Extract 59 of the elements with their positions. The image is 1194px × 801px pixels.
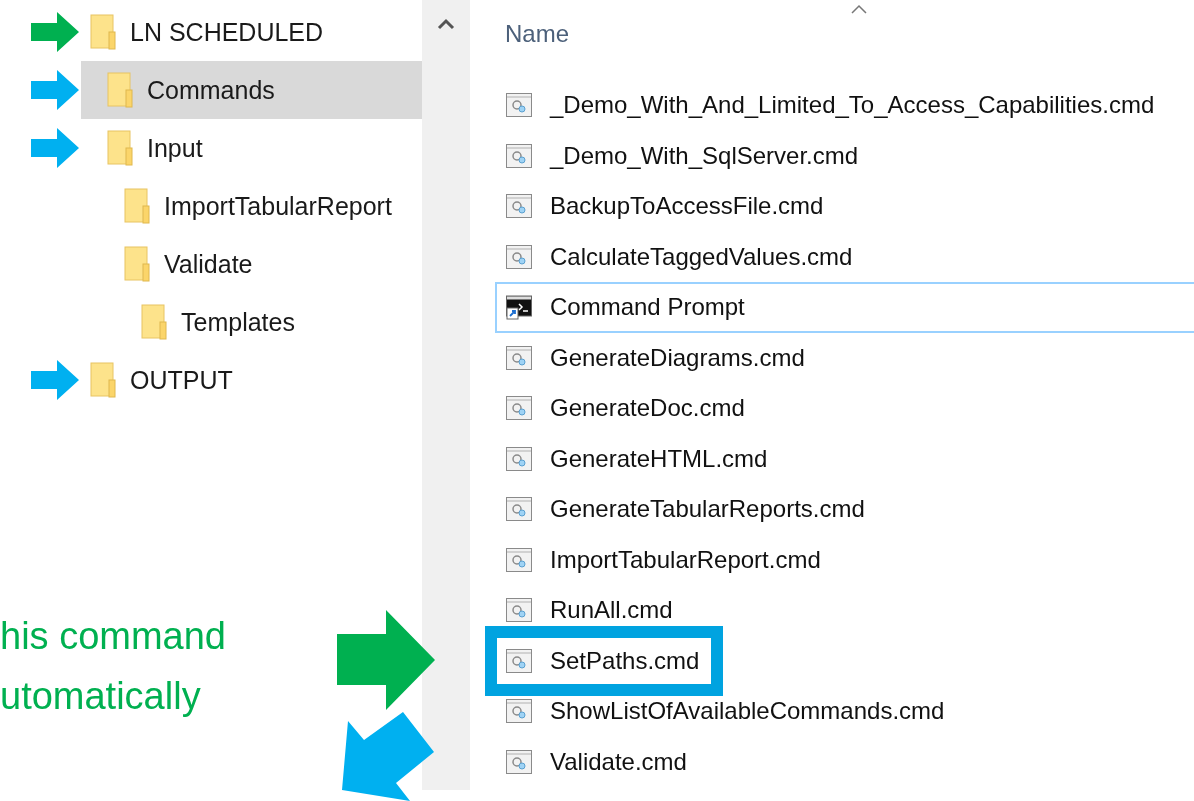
file-name: GenerateDoc.cmd (550, 394, 745, 423)
file-name: GenerateDiagrams.cmd (550, 343, 805, 372)
file-list-item[interactable]: Command Prompt (495, 282, 1194, 333)
folder-icon (90, 14, 116, 50)
file-list-item[interactable]: GenerateHTML.cmd (495, 433, 1194, 484)
file-list-item[interactable]: Validate.cmd (495, 736, 1194, 787)
batch-file-icon (506, 244, 532, 269)
batch-file-icon (506, 143, 532, 168)
terminal-shortcut-icon (506, 294, 532, 321)
scroll-up-icon[interactable] (437, 18, 455, 30)
folder-tree-item[interactable]: ImportTabularReport (81, 177, 422, 235)
file-name: Command Prompt (550, 293, 745, 322)
batch-file-icon (506, 446, 532, 471)
file-name: GenerateHTML.cmd (550, 444, 768, 473)
folder-icon (107, 130, 133, 166)
batch-file-icon (506, 598, 532, 623)
annotation-text: utomatically (0, 674, 202, 719)
batch-file-icon (506, 749, 532, 774)
batch-file-icon (506, 396, 532, 421)
file-name: SetPaths.cmd (550, 646, 700, 675)
batch-file-icon (506, 194, 532, 219)
file-name: RunAll.cmd (550, 596, 673, 625)
folder-tree-item[interactable]: Templates (81, 293, 422, 351)
file-name: CalculateTaggedValues.cmd (550, 242, 853, 271)
batch-file-icon (506, 497, 532, 522)
file-name: ShowListOfAvailableCommands.cmd (550, 697, 945, 726)
file-name: _Demo_With_And_Limited_To_Access_Capabilities.cmd (550, 91, 1155, 120)
file-name: _Demo_With_SqlServer.cmd (550, 141, 859, 170)
batch-file-icon (506, 93, 532, 118)
file-list-item[interactable]: GenerateTabularReports.cmd (495, 484, 1194, 535)
folder-icon (90, 362, 116, 398)
annotation-text: his command (0, 614, 226, 659)
folder-tree-item[interactable]: OUTPUT (81, 351, 422, 409)
file-list-item[interactable]: BackupToAccessFile.cmd (495, 181, 1194, 232)
folder-tree-item[interactable]: LN SCHEDULED (81, 3, 422, 61)
file-name: Validate.cmd (550, 747, 687, 776)
batch-file-icon (506, 345, 532, 370)
folder-tree-item[interactable]: Validate (81, 235, 422, 293)
folder-tree-item[interactable]: Commands (81, 61, 422, 119)
file-list-item[interactable]: _Demo_With_And_Limited_To_Access_Capabilities.cmd (495, 80, 1194, 131)
scrollbar[interactable] (422, 0, 470, 790)
batch-file-icon (506, 547, 532, 572)
batch-file-icon (506, 648, 532, 673)
column-header[interactable]: Name (505, 20, 570, 48)
file-list-item[interactable]: _Demo_With_SqlServer.cmd (495, 130, 1194, 181)
file-list-item[interactable]: GenerateDoc.cmd (495, 383, 1194, 434)
file-list-item[interactable]: CalculateTaggedValues.cmd (495, 231, 1194, 282)
folder-icon (124, 246, 150, 282)
folder-icon (107, 72, 133, 108)
sort-ascending-icon (850, 4, 868, 14)
folder-tree-item[interactable]: Input (81, 119, 422, 177)
file-name: GenerateTabularReports.cmd (550, 495, 865, 524)
folder-icon (124, 188, 150, 224)
file-name: BackupToAccessFile.cmd (550, 192, 824, 221)
file-list-item[interactable]: GenerateDiagrams.cmd (495, 332, 1194, 383)
file-name: ImportTabularReport.cmd (550, 545, 821, 574)
file-list-item[interactable]: ImportTabularReport.cmd (495, 534, 1194, 585)
batch-file-icon (506, 699, 532, 724)
folder-icon (141, 304, 167, 340)
